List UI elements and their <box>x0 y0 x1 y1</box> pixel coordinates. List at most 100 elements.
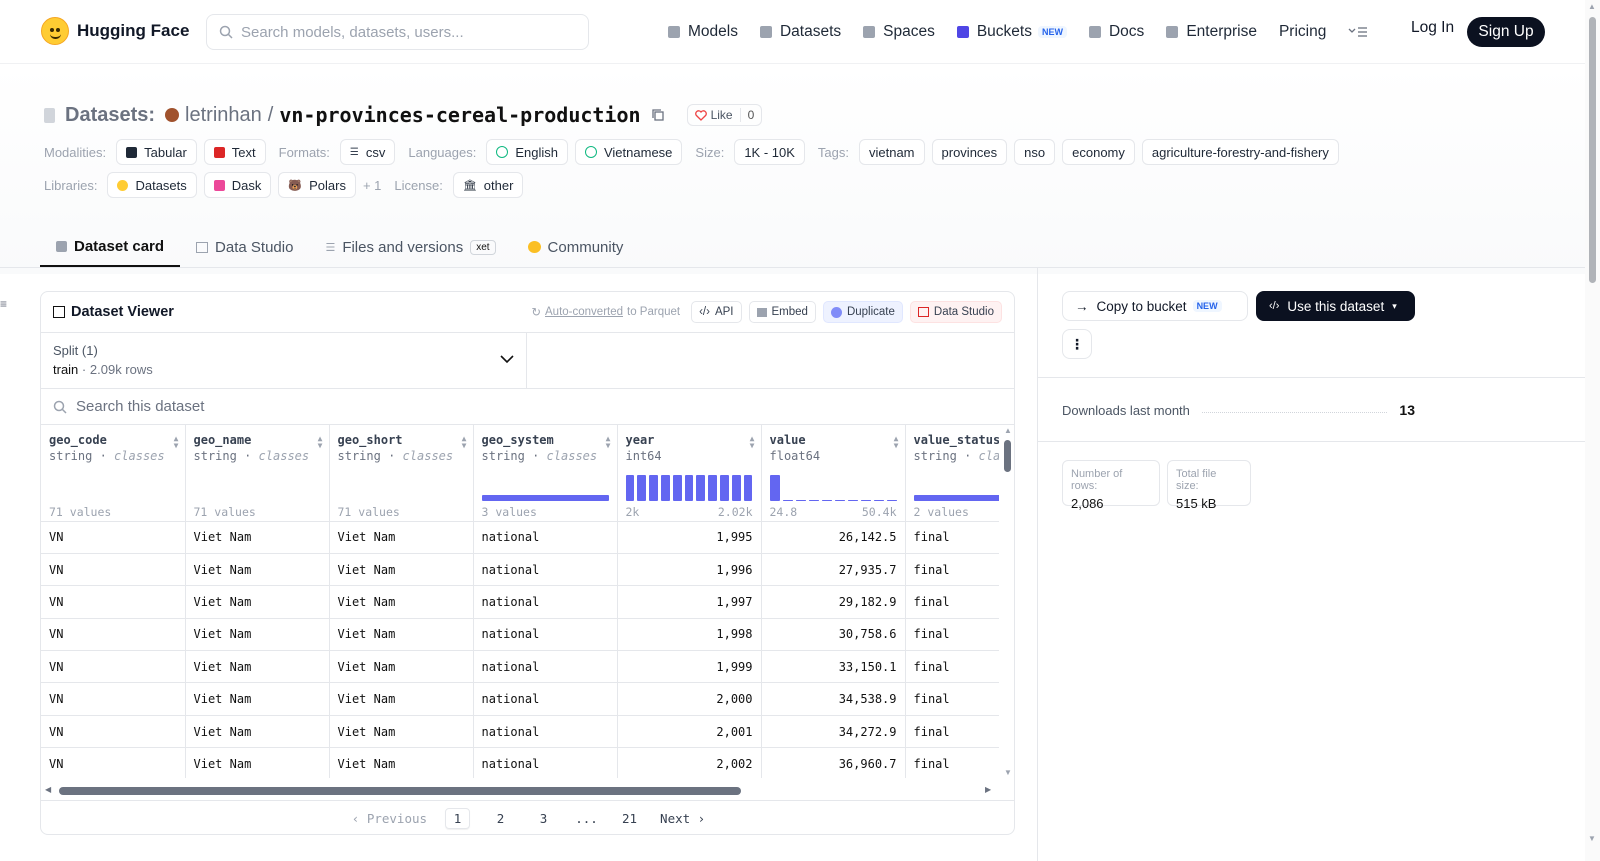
brand-logo[interactable]: Hugging Face <box>41 17 189 45</box>
column-header[interactable]: geo_short string · classes ▲ ▼ 71 values <box>329 425 474 522</box>
sort-icon[interactable]: ▲ ▼ <box>894 435 899 450</box>
copy-to-bucket-button[interactable]: → Copy to bucket NEW <box>1062 291 1248 321</box>
dataset-search-input[interactable]: Search this dataset <box>41 389 1014 425</box>
like-button[interactable]: Like 0 <box>686 104 763 126</box>
histogram-bar[interactable] <box>684 474 694 501</box>
chip-license[interactable]: 🏛 other <box>452 172 524 198</box>
column-header[interactable]: value float64 ▲ ▼ 24.8 50.4k <box>761 425 906 522</box>
nav-pricing[interactable]: Pricing <box>1279 17 1326 47</box>
histogram-bar[interactable] <box>708 474 717 501</box>
histogram-bar[interactable] <box>625 474 635 501</box>
scroll-thumb[interactable] <box>1004 440 1011 472</box>
chip-csv[interactable]: ☰ csv <box>339 139 396 165</box>
next-page[interactable]: Next › <box>660 811 705 826</box>
column-header[interactable]: geo_code string · classes ▲ ▼ 71 values <box>41 425 186 522</box>
auto-converted-link[interactable]: Auto-converted <box>545 306 623 318</box>
sort-icon[interactable]: ▲ ▼ <box>750 435 755 450</box>
libraries-more[interactable]: + 1 <box>363 178 381 193</box>
tab-dataset-card[interactable]: Dataset card <box>40 227 181 267</box>
chip-tag[interactable]: vietnam <box>858 139 925 165</box>
value-histogram[interactable] <box>769 474 897 501</box>
sort-icon[interactable]: ▲ ▼ <box>606 435 611 450</box>
nav-datasets[interactable]: Datasets <box>759 17 841 47</box>
login-link[interactable]: Log In <box>1411 19 1454 37</box>
chip-tag[interactable]: provinces <box>931 139 1008 165</box>
histogram-bar[interactable] <box>660 474 670 501</box>
scroll-right-icon[interactable]: ▶ <box>985 785 991 794</box>
class-bar[interactable] <box>481 494 609 501</box>
use-dataset-button[interactable]: ‹/› Use this dataset ▾ <box>1256 291 1415 321</box>
duplicate-button[interactable]: Duplicate <box>822 301 903 323</box>
chip-english[interactable]: English <box>486 139 568 165</box>
side-toc-icon[interactable]: ≡ <box>0 297 7 311</box>
search-input[interactable]: Search models, datasets, users... <box>206 14 589 50</box>
column-header[interactable]: geo_system string · classes ▲ ▼ 3 values <box>473 425 618 522</box>
chip-tag[interactable]: nso <box>1014 139 1056 165</box>
nav-models[interactable]: Models <box>668 17 738 47</box>
chip-polars[interactable]: 🐻 Polars <box>278 172 356 198</box>
chip-datasets[interactable]: Datasets <box>107 172 197 198</box>
more-options-button[interactable]: ⋮ <box>1062 329 1092 359</box>
chip-size[interactable]: 1K - 10K <box>734 139 805 165</box>
nav-more-menu[interactable] <box>1348 17 1368 47</box>
signup-button[interactable]: Sign Up <box>1467 17 1545 47</box>
page-button[interactable]: 21 <box>617 808 642 829</box>
owner-link[interactable]: letrinhan <box>185 104 262 127</box>
chip-dask[interactable]: Dask <box>203 172 272 198</box>
tab-community[interactable]: Community <box>512 227 640 267</box>
scroll-thumb[interactable] <box>59 787 741 795</box>
histogram-bar[interactable] <box>886 499 897 501</box>
horizontal-scrollbar[interactable]: ◀ ▶ <box>41 784 999 798</box>
histogram-bar[interactable] <box>808 499 819 501</box>
sort-icon[interactable]: ▲ ▼ <box>318 435 323 450</box>
dataset-name[interactable]: vn-provinces-cereal-production <box>279 103 640 127</box>
scroll-down-icon[interactable]: ▼ <box>1588 834 1596 843</box>
scroll-left-icon[interactable]: ◀ <box>45 785 51 794</box>
histogram-bar[interactable] <box>847 499 858 501</box>
chip-tabular[interactable]: Tabular <box>116 139 197 165</box>
class-bar[interactable] <box>913 494 999 501</box>
histogram-bar[interactable] <box>821 499 832 501</box>
copy-icon[interactable] <box>651 108 665 122</box>
page-button[interactable]: 1 <box>445 808 471 829</box>
column-header[interactable]: year int64 ▲ ▼ 2k 2.02k <box>617 425 762 522</box>
sort-icon[interactable]: ▲ ▼ <box>174 435 179 450</box>
nav-spaces[interactable]: Spaces <box>863 17 935 47</box>
api-button[interactable]: ‹/› API <box>691 301 742 323</box>
sort-icon[interactable]: ▲ ▼ <box>462 435 467 450</box>
page-button[interactable]: 3 <box>531 808 556 829</box>
histogram-bar[interactable] <box>649 474 658 501</box>
nav-buckets[interactable]: Buckets NEW <box>956 17 1067 47</box>
histogram-bar[interactable] <box>672 474 682 501</box>
histogram-bar[interactable] <box>873 499 884 501</box>
vertical-scrollbar[interactable]: ▲ ▼ <box>1001 425 1014 778</box>
chip-text[interactable]: Text <box>203 139 266 165</box>
nav-enterprise[interactable]: Enterprise <box>1166 17 1257 47</box>
embed-button[interactable]: Embed <box>748 301 816 323</box>
page-scrollbar[interactable]: ▲ ▼ <box>1585 0 1600 861</box>
histogram-bar[interactable] <box>696 474 706 501</box>
histogram-bar[interactable] <box>637 474 647 501</box>
scroll-up-icon[interactable]: ▲ <box>1588 2 1596 11</box>
histogram-bar[interactable] <box>731 474 741 501</box>
chip-tag[interactable]: agriculture-forestry-and-fishery <box>1141 139 1339 165</box>
histogram-bar[interactable] <box>834 499 845 501</box>
column-header[interactable]: geo_name string · classes ▲ ▼ 71 values <box>185 425 330 522</box>
split-selector[interactable]: Split (1) train · 2.09k rows <box>41 333 527 388</box>
year-histogram[interactable] <box>625 474 753 501</box>
histogram-bar[interactable] <box>769 474 780 501</box>
chip-vietnamese[interactable]: Vietnamese <box>574 139 683 165</box>
histogram-bar[interactable] <box>782 499 793 501</box>
nav-docs[interactable]: Docs <box>1088 17 1144 47</box>
tab-files[interactable]: ☰ Files and versions xet <box>309 227 511 267</box>
histogram-bar[interactable] <box>860 499 871 501</box>
histogram-bar[interactable] <box>795 499 806 501</box>
column-header[interactable]: value_statusstring · classes2 values <box>905 425 999 522</box>
scroll-up-icon[interactable]: ▲ <box>1004 426 1012 435</box>
scroll-thumb[interactable] <box>1589 17 1596 283</box>
histogram-bar[interactable] <box>720 474 729 501</box>
chip-tag[interactable]: economy <box>1062 139 1135 165</box>
tab-data-studio[interactable]: Data Studio <box>180 227 309 267</box>
data-studio-button[interactable]: Data Studio <box>909 301 1002 323</box>
scroll-down-icon[interactable]: ▼ <box>1004 768 1012 777</box>
